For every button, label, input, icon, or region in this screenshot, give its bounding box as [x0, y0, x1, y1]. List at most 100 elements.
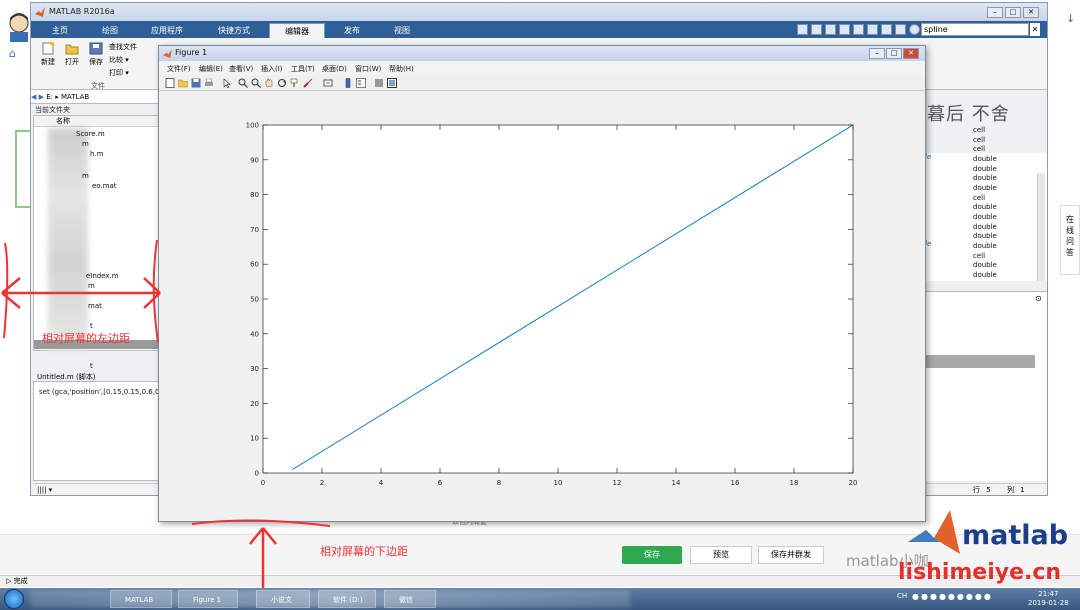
save-button[interactable]: 保存 — [622, 546, 682, 564]
new-button[interactable]: 新建 — [37, 42, 59, 67]
print-figure-icon[interactable] — [204, 78, 214, 88]
col-label: 列 — [1006, 486, 1014, 494]
save-file-button[interactable]: 保存 — [85, 42, 107, 67]
file-item[interactable]: t — [90, 362, 93, 370]
taskbar-item-wechat[interactable]: 微信 — [384, 590, 436, 608]
taskbar-item-figure[interactable]: Figure 1 — [178, 590, 238, 608]
file-item[interactable]: Score.m — [76, 130, 105, 138]
compare-button[interactable]: 比较 ▾ — [109, 55, 153, 65]
bottom-margin-label: 相对屏幕的下边距 — [320, 545, 408, 558]
menu-file[interactable]: 文件(F) — [167, 64, 191, 74]
home-icon[interactable]: ⌂ — [9, 47, 16, 60]
file-item[interactable]: m — [82, 172, 89, 180]
start-button[interactable] — [4, 589, 24, 609]
minimize-button[interactable]: – — [987, 7, 1003, 18]
address-bar[interactable]: ◀ ▶ E: ▸ MATLAB — [31, 90, 161, 104]
workspace-type: double — [973, 242, 997, 250]
y-tick-label: 30 — [250, 365, 259, 373]
tab-plots[interactable]: 绘图 — [87, 23, 133, 38]
cut-icon[interactable] — [825, 24, 836, 35]
tab-view[interactable]: 视图 — [379, 23, 425, 38]
file-item[interactable]: eo.mat — [92, 182, 117, 190]
tab-apps[interactable]: 应用程序 — [137, 23, 197, 38]
tab-editor[interactable]: 编辑器 — [269, 23, 325, 38]
zoom-in-icon[interactable] — [238, 78, 248, 88]
system-clock[interactable]: 21:47 2019-01-28 — [1028, 590, 1069, 608]
open-button[interactable]: 打开 — [61, 42, 83, 67]
workspace-type: cell — [973, 136, 986, 144]
colorbar-icon[interactable] — [343, 78, 353, 88]
files-column-header[interactable]: 名称 — [34, 116, 160, 127]
edit-plot-arrow-icon[interactable] — [222, 78, 232, 88]
tray-icons[interactable]: ●●●●●●●●● — [912, 592, 993, 601]
online-qa-tab[interactable]: 在 线 问 答 — [1060, 205, 1080, 275]
hide-plot-tools-icon[interactable] — [374, 78, 384, 88]
paste-icon[interactable] — [853, 24, 864, 35]
address-path: E: ▸ MATLAB — [46, 93, 90, 101]
pan-hand-icon[interactable] — [264, 78, 274, 88]
figure-canvas[interactable]: 0 2 4 6 8 10 12 14 16 18 20 0 10 20 30 40 50 60 70 80 90 100 — [163, 92, 921, 518]
print-button[interactable]: 打印 ▾ — [109, 68, 153, 78]
search-documentation-input[interactable]: spline — [921, 23, 1029, 36]
close-button[interactable]: ✕ — [1023, 7, 1039, 18]
open-label: 打开 — [65, 58, 79, 66]
maximize-button[interactable]: □ — [886, 48, 902, 59]
redo-icon[interactable] — [881, 24, 892, 35]
open-file-icon[interactable] — [178, 78, 188, 88]
menu-desktop[interactable]: 桌面(D) — [322, 64, 347, 74]
zoom-out-icon[interactable] — [251, 78, 261, 88]
data-cursor-icon[interactable] — [290, 78, 300, 88]
undo-icon[interactable] — [867, 24, 878, 35]
link-plot-icon[interactable] — [323, 78, 333, 88]
user-avatar-icon[interactable] — [6, 12, 32, 42]
workspace-type: double — [973, 203, 997, 211]
maximize-button[interactable]: □ — [1005, 7, 1021, 18]
menu-help[interactable]: 帮助(H) — [389, 64, 414, 74]
legend-icon[interactable] — [356, 78, 366, 88]
minimize-button[interactable]: – — [869, 48, 885, 59]
save-icon[interactable] — [811, 24, 822, 35]
copy-icon[interactable] — [839, 24, 850, 35]
rotate-3d-icon[interactable] — [277, 78, 287, 88]
menu-window[interactable]: 窗口(W) — [355, 64, 381, 74]
save-figure-icon[interactable] — [191, 78, 201, 88]
toolbar-icon[interactable] — [797, 24, 808, 35]
details-scroll-handle[interactable]: |||| ▾ — [33, 483, 161, 495]
close-button[interactable]: ✕ — [903, 48, 919, 59]
file-item[interactable]: m — [82, 140, 89, 148]
panel-menu-icon[interactable]: ⊙ — [1035, 294, 1042, 303]
tab-publish[interactable]: 发布 — [329, 23, 375, 38]
x-tick-label: 0 — [261, 479, 265, 487]
menu-edit[interactable]: 编辑(E) — [199, 64, 223, 74]
tab-home[interactable]: 主页 — [37, 23, 83, 38]
preview-button[interactable]: 预览 — [690, 546, 752, 564]
switch-window-icon[interactable] — [895, 24, 906, 35]
menu-view[interactable]: 查看(V) — [229, 64, 253, 74]
close-search-icon[interactable]: ✕ — [1030, 23, 1040, 36]
taskbar-item-drive[interactable]: 软件 (D:) — [318, 590, 376, 608]
taskbar-item-doc[interactable]: 小说文 — [256, 590, 310, 608]
taskbar-item-matlab[interactable]: MATLAB — [110, 590, 172, 608]
x-tick-label: 20 — [849, 479, 858, 487]
find-file-button[interactable]: 查找文件 — [109, 42, 153, 52]
input-language-indicator[interactable]: CH — [897, 592, 907, 600]
workspace-type: double — [973, 184, 997, 192]
file-item[interactable]: h.m — [90, 150, 103, 158]
tab-shortcuts[interactable]: 快捷方式 — [201, 23, 267, 38]
back-icon[interactable]: ◀ ▶ — [31, 93, 46, 101]
matlab-titlebar[interactable]: MATLAB R2016a – □ ✕ — [31, 3, 1047, 21]
menu-tools[interactable]: 工具(T) — [291, 64, 315, 74]
brush-icon[interactable] — [303, 78, 313, 88]
menu-insert[interactable]: 插入(I) — [261, 64, 283, 74]
matlab-membrane-logo — [908, 510, 960, 554]
save-and-send-button[interactable]: 保存并群发 — [758, 546, 824, 564]
download-icon[interactable]: ↓ — [1066, 12, 1075, 25]
workspace-scrollbar[interactable] — [1037, 173, 1045, 281]
figure-titlebar[interactable]: Figure 1 – □ ✕ — [159, 46, 925, 61]
selected-panel-row[interactable] — [919, 355, 1035, 368]
line-plot[interactable]: 0 2 4 6 8 10 12 14 16 18 20 0 10 20 30 40 50 60 70 80 90 100 — [163, 92, 921, 518]
show-plot-tools-icon[interactable] — [387, 78, 397, 88]
help-icon[interactable] — [909, 24, 920, 35]
figure-title: Figure 1 — [175, 48, 208, 57]
new-figure-icon[interactable] — [165, 78, 175, 88]
